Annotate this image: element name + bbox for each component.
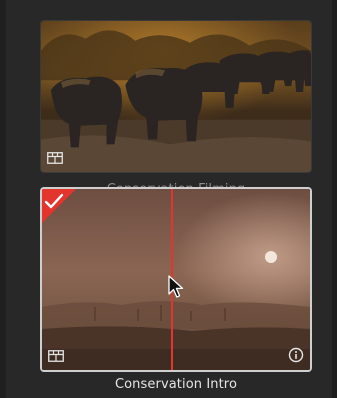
clip-thumbnail-conservation-filming[interactable] [40, 20, 312, 173]
info-icon[interactable] [288, 347, 304, 363]
checkmark-icon [42, 189, 76, 223]
clip-name-label[interactable]: Conservation Intro [40, 377, 312, 392]
mouse-cursor-icon [168, 275, 184, 298]
media-pool-panel: Conservation Filming [0, 0, 337, 398]
filmstrip-icon [47, 152, 63, 164]
clip-thumbnail-conservation-intro[interactable] [40, 187, 312, 372]
elephant-herd-thumbnail [41, 21, 311, 172]
panel-scrollbar-track[interactable] [332, 0, 337, 398]
panel-left-edge [0, 0, 6, 398]
filmstrip-icon [48, 350, 64, 362]
